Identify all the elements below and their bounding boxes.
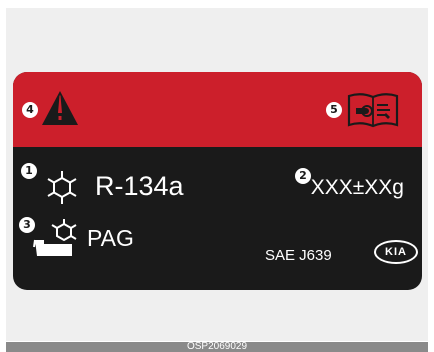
image-caption: OSP2069029 [6,342,428,352]
callout-5: 5 [326,102,342,118]
service-manual-icon [347,93,399,128]
sae-standard: SAE J639 [265,247,332,264]
kia-logo: KIA [374,240,418,264]
refrigerant-type: R-134a [95,171,184,201]
callout-1: 1 [21,163,37,179]
refrigerant-icon [47,171,77,204]
aircon-label: 4 5 1 R-134a 2 XXX±XXg 3 PAG SAE J639 KI… [13,72,422,290]
callout-2: 2 [295,168,311,184]
label-frame: 4 5 1 R-134a 2 XXX±XXg 3 PAG SAE J639 KI… [6,8,428,341]
warning-triangle-icon [42,91,78,125]
oil-type: PAG [87,225,134,251]
refrigerant-amount: XXX±XXg [310,176,404,199]
callout-4: 4 [22,102,38,118]
compressor-oil-icon [33,219,77,256]
